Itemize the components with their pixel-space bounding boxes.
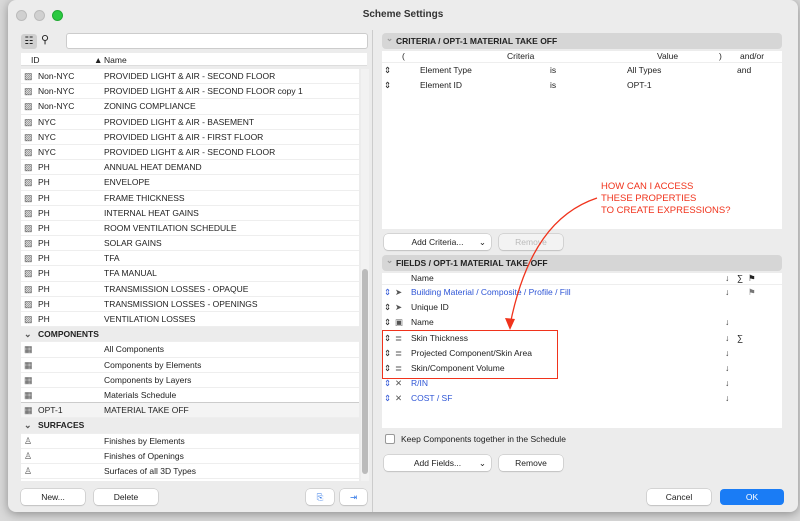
annotation-line: HOW CAN I ACCESS bbox=[601, 181, 694, 192]
annotation-note: HOW CAN I ACCESS THESE PROPERTIES TO CRE… bbox=[601, 181, 731, 217]
annotation-line: TO CREATE EXPRESSIONS? bbox=[601, 205, 731, 216]
annotation-line: THESE PROPERTIES bbox=[601, 193, 697, 204]
annotation-arrow bbox=[505, 197, 598, 330]
